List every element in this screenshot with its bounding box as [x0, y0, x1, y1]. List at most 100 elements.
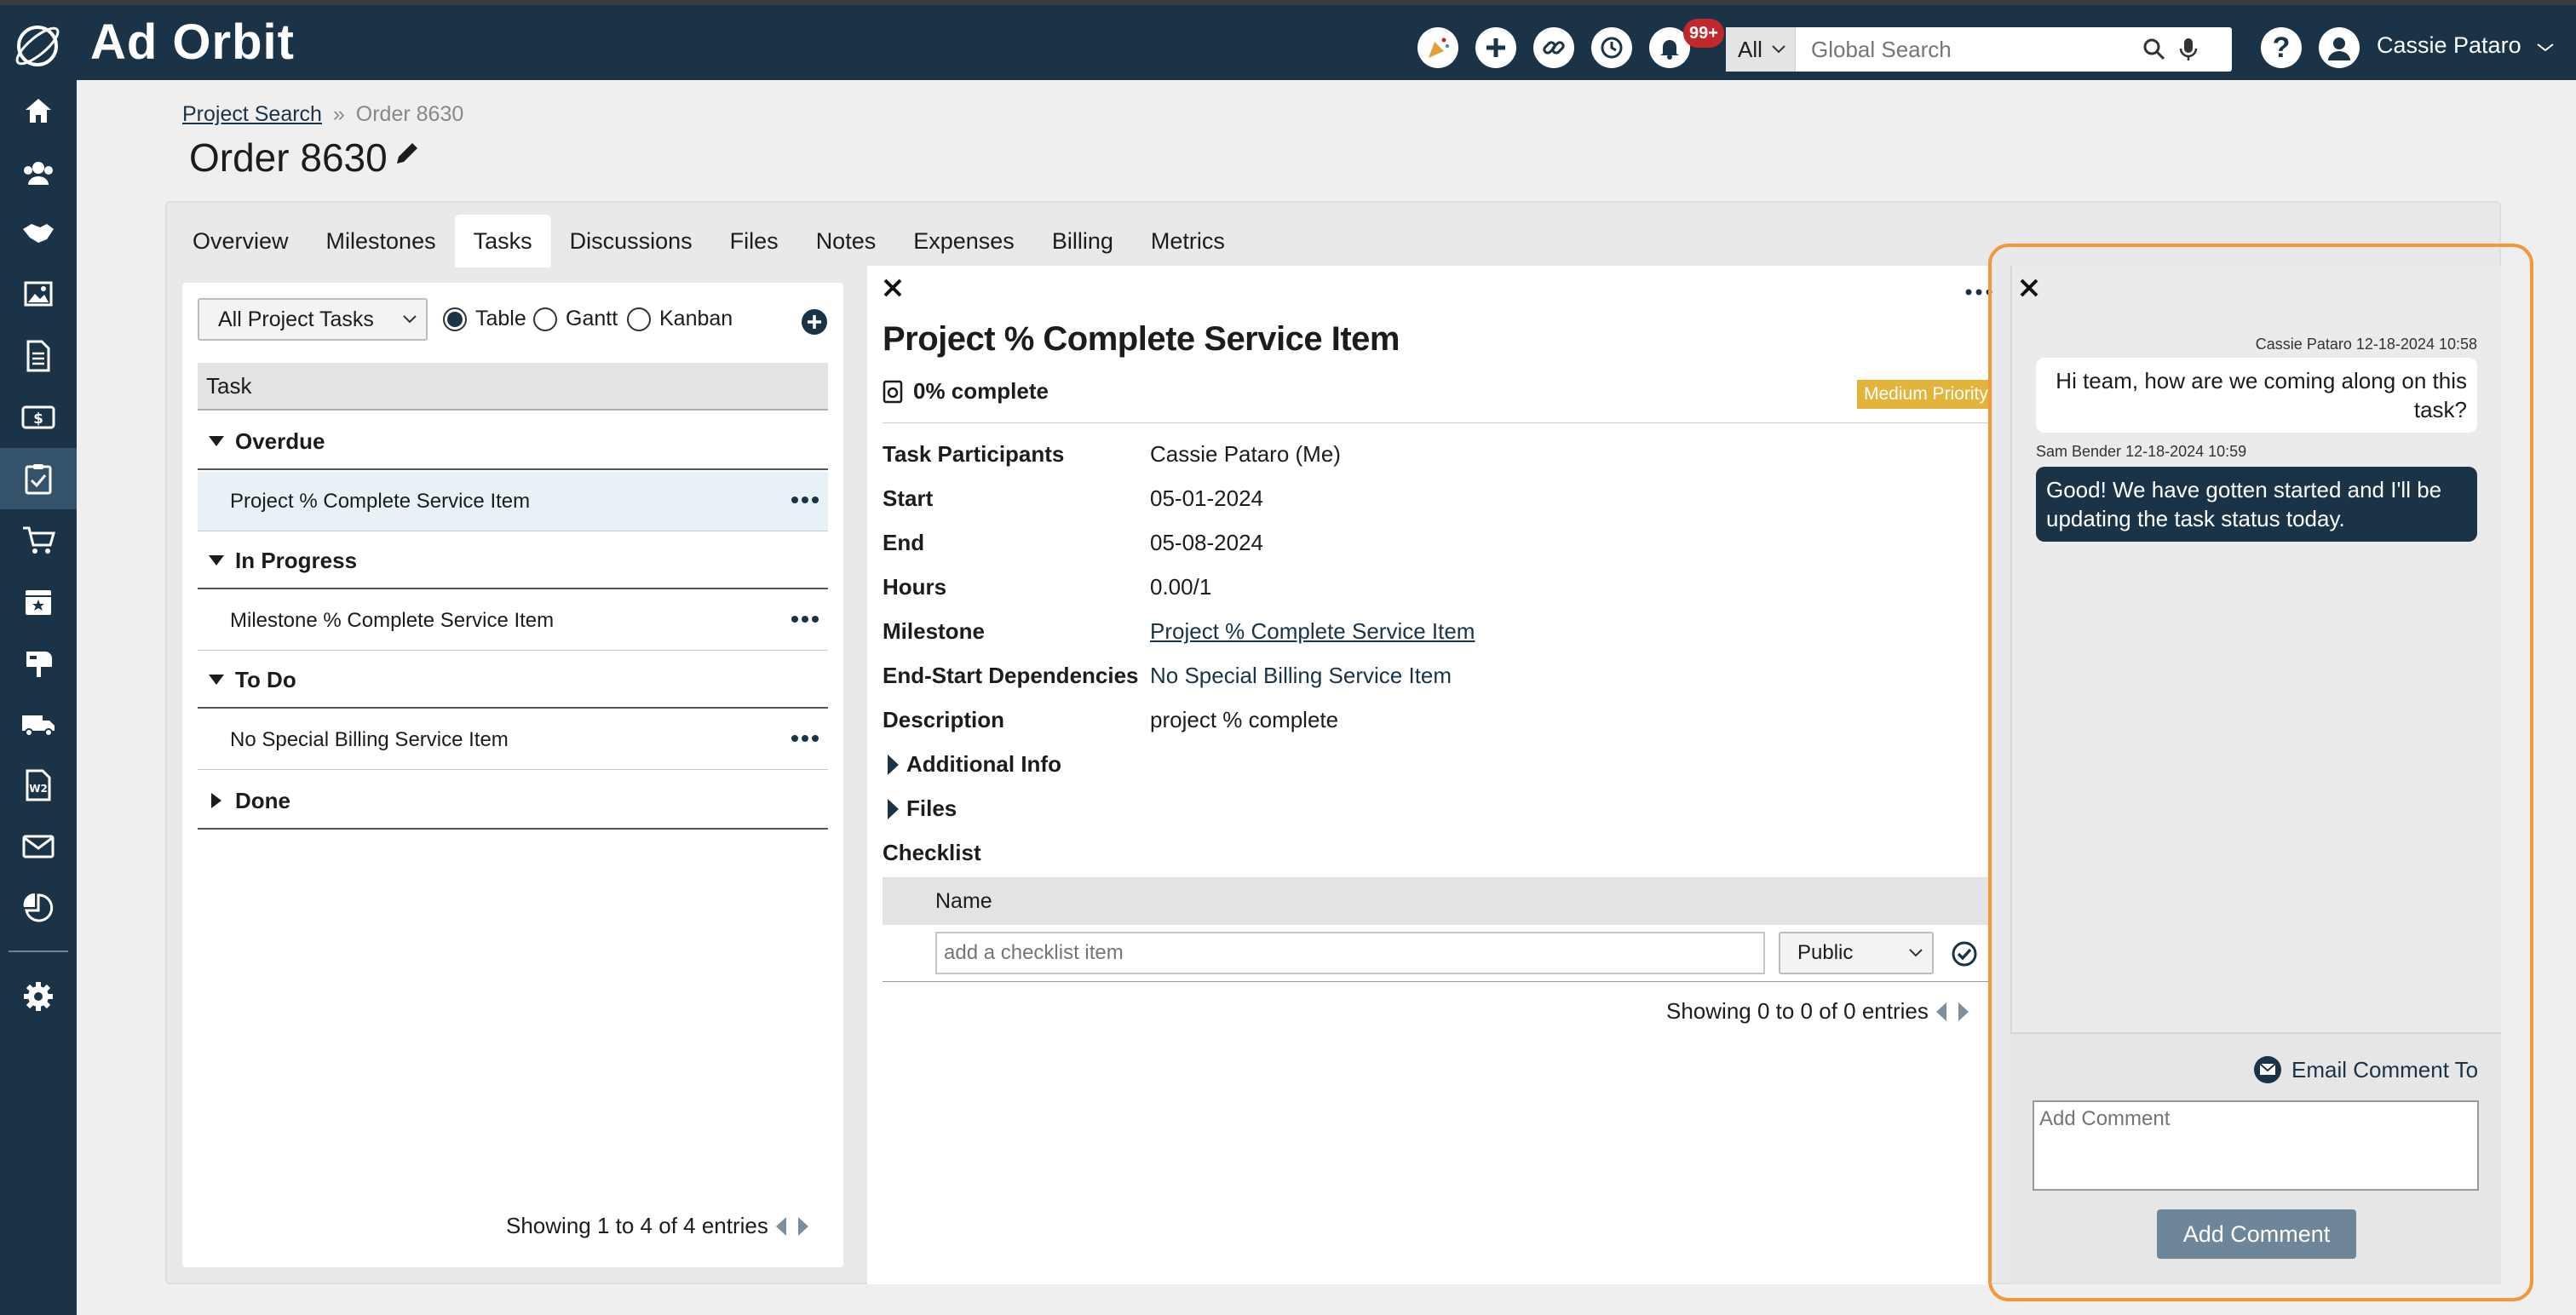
mail-icon[interactable] [0, 816, 77, 877]
tab-notes[interactable]: Notes [797, 215, 895, 267]
add-comment-button[interactable]: Add Comment [2157, 1209, 2356, 1259]
breadcrumb-project-search[interactable]: Project Search [182, 102, 322, 126]
billing-icon[interactable]: $ [0, 387, 77, 448]
next-page-icon[interactable] [797, 1216, 809, 1237]
view-radio-kanban[interactable]: Kanban [627, 307, 733, 331]
task-name: Project % Complete Service Item [230, 489, 531, 513]
milestone-link[interactable]: Project % Complete Service Item [1150, 618, 1475, 645]
microphone-icon[interactable] [2179, 37, 2198, 62]
settings-icon[interactable] [0, 966, 77, 1027]
orbit-logo-icon[interactable] [10, 19, 65, 73]
table-row[interactable]: Milestone % Complete Service Item [198, 591, 828, 651]
cart-icon[interactable] [0, 509, 77, 571]
handshake-icon[interactable] [0, 203, 77, 264]
more-options-icon[interactable] [791, 496, 819, 504]
priority-badge: Medium Priority [1857, 380, 1992, 409]
app-logo-text[interactable]: Ad Orbit [90, 14, 295, 71]
search-input[interactable] [1796, 29, 2136, 70]
caret-right-icon [198, 792, 235, 809]
more-options-icon[interactable] [791, 615, 819, 623]
table-row[interactable]: No Special Billing Service Item [198, 710, 828, 770]
group-to-do[interactable]: To Do [198, 652, 828, 709]
calendar-icon[interactable] [0, 571, 77, 632]
description-label: Description [883, 707, 1005, 732]
avatar[interactable] [2319, 27, 2360, 68]
table-row[interactable]: Project % Complete Service Item [198, 472, 828, 531]
edit-pencil-icon[interactable] [394, 138, 423, 167]
view-label-gantt: Gantt [566, 307, 618, 330]
divider [883, 422, 1992, 423]
checklist-visibility-value: Public [1797, 941, 1854, 964]
checklist-title: Checklist [883, 840, 981, 865]
home-icon[interactable] [0, 80, 77, 141]
tab-overview[interactable]: Overview [174, 215, 308, 267]
document-icon[interactable] [0, 325, 77, 387]
tab-metrics[interactable]: Metrics [1132, 215, 1244, 267]
tab-discussions[interactable]: Discussions [551, 215, 711, 267]
files-label: Files [906, 795, 957, 821]
add-icon[interactable] [1475, 27, 1516, 68]
check-circle-icon[interactable] [1951, 940, 1978, 968]
breadcrumb-current: Order 8630 [355, 102, 464, 126]
help-icon[interactable]: ? [2261, 27, 2302, 68]
email-comment-to-label: Email Comment To [2291, 1056, 2479, 1082]
sidebar: $ W2 [0, 80, 77, 1315]
task-filter-select[interactable]: All Project Tasks [198, 298, 428, 341]
close-icon[interactable] [883, 278, 903, 298]
view-radio-table[interactable]: Table [443, 307, 526, 331]
view-radio-gantt[interactable]: Gantt [533, 307, 618, 331]
global-search: All [1726, 27, 2232, 72]
next-page-icon[interactable] [1958, 1002, 1969, 1022]
add-task-icon[interactable] [801, 308, 828, 336]
tasks-icon[interactable] [0, 448, 77, 509]
caret-down-icon [198, 435, 235, 447]
comment-textarea[interactable] [2033, 1100, 2479, 1191]
breadcrumb: Project Search » Order 8630 [182, 102, 463, 127]
contacts-icon[interactable] [0, 141, 77, 203]
task-pager-text: Showing 1 to 4 of 4 entries [506, 1213, 768, 1238]
files-toggle[interactable]: Files [886, 795, 957, 822]
tab-tasks[interactable]: Tasks [454, 215, 551, 267]
celebrate-icon[interactable] [1417, 27, 1458, 68]
reports-icon[interactable] [0, 877, 77, 939]
comment-bubble: Hi team, how are we coming along on this… [2036, 358, 2477, 433]
comment-meta: Sam Bender 12-18-2024 10:59 [2036, 443, 2246, 461]
mailbox-icon[interactable] [0, 632, 77, 693]
participants-value: Cassie Pataro (Me) [1150, 441, 1341, 467]
group-done[interactable]: Done [198, 773, 828, 830]
previous-page-icon[interactable] [1935, 1002, 1947, 1022]
comment-time: 12-18-2024 10:59 [2125, 443, 2247, 460]
start-label: Start [883, 485, 934, 511]
task-name: Milestone % Complete Service Item [230, 608, 555, 632]
checklist-visibility-select[interactable]: Public [1779, 932, 1934, 974]
history-icon[interactable] [1591, 27, 1632, 68]
additional-info-label: Additional Info [906, 751, 1061, 777]
additional-info-toggle[interactable]: Additional Info [886, 751, 1061, 778]
search-scope-select[interactable]: All [1726, 27, 1796, 72]
chevron-down-icon [2537, 43, 2554, 52]
checklist-item-input[interactable] [935, 932, 1765, 974]
task-column-header[interactable]: Task [198, 363, 828, 411]
tab-milestones[interactable]: Milestones [308, 215, 455, 267]
tab-files[interactable]: Files [711, 215, 797, 267]
user-menu[interactable]: Cassie Pataro [2377, 32, 2555, 59]
dependency-link[interactable]: No Special Billing Service Item [1150, 663, 1452, 689]
previous-page-icon[interactable] [775, 1216, 787, 1237]
progress-icon [883, 380, 903, 403]
more-options-icon[interactable] [791, 734, 819, 743]
task-title: Project % Complete Service Item [883, 320, 1400, 358]
link-icon[interactable] [1533, 27, 1574, 68]
media-icon[interactable] [0, 264, 77, 325]
more-options-icon[interactable] [1964, 288, 1993, 296]
tab-expenses[interactable]: Expenses [894, 215, 1033, 267]
svg-text:$: $ [33, 411, 43, 428]
w2-icon[interactable]: W2 [0, 755, 77, 816]
truck-icon[interactable] [0, 693, 77, 755]
tab-billing[interactable]: Billing [1033, 215, 1132, 267]
email-comment-to-toggle[interactable]: Email Comment To [2252, 1054, 2478, 1085]
group-in-progress[interactable]: In Progress [198, 533, 828, 589]
group-overdue[interactable]: Overdue [198, 414, 828, 470]
close-icon[interactable] [2019, 278, 2039, 298]
search-icon[interactable] [2142, 37, 2167, 62]
comment-time: 12-18-2024 10:58 [2355, 336, 2477, 353]
